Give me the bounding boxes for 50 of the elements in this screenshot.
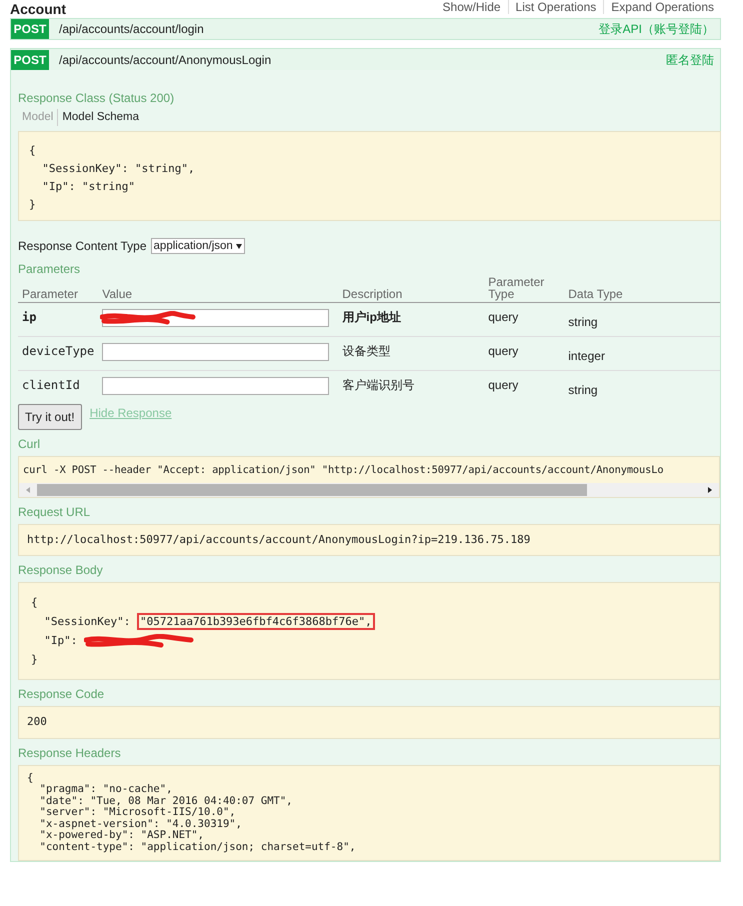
parameter-description: 用户ip地址 <box>338 302 484 337</box>
header-link[interactable]: Expand Operations <box>603 0 721 14</box>
response-headers: { "pragma": "no-cache", "date": "Tue, 08 Mar 2016 04:40:07 GMT", "server": "Microsoft-IIS/10.0", "x-aspnet-version": "4.0.30319", "x-powered-by": "ASP.NET", "content-type": "application/json; charset=utf-8", <box>18 764 720 862</box>
parameter-type: query <box>484 302 564 337</box>
column-header: Parameter <box>18 276 98 303</box>
data-type: string <box>564 370 720 404</box>
caret-icon <box>236 244 242 249</box>
value-input[interactable] <box>102 343 330 362</box>
model-tab[interactable]: Model Schema <box>57 109 144 126</box>
section-heading: Response Class (Status 200) <box>18 91 176 105</box>
section-heading: Response Body <box>18 563 104 578</box>
parameter-type: query <box>484 336 564 371</box>
operation-summary: 登录API（账号登陆） <box>598 21 715 38</box>
highlighted-value: "05721aa761b393e6fbf4c6f3868bf76e", <box>136 613 375 630</box>
parameter-name: deviceType <box>18 336 98 371</box>
column-header: Value <box>98 276 338 303</box>
parameter-description: 设备类型 <box>338 336 484 371</box>
section-heading: Response Code <box>18 687 106 702</box>
request-url: http://localhost:50977/api/accounts/account/AnonymousLogin?ip=219.136.75.189 <box>18 524 720 556</box>
column-header: Data Type <box>564 276 720 303</box>
column-header: Description <box>338 276 484 303</box>
code-line: { <box>31 596 38 610</box>
operation-summary: 匿名登陆 <box>666 52 715 68</box>
parameter-name: ip <box>18 302 98 337</box>
section-heading: Parameters <box>18 262 82 276</box>
horizontal-scrollbar[interactable] <box>19 482 719 497</box>
header-link[interactable]: List Operations <box>508 0 604 14</box>
value-input[interactable] <box>102 377 330 396</box>
content-type-select[interactable]: application/json <box>150 238 246 254</box>
field-label: Response Content Type <box>18 238 147 256</box>
section-heading: Curl <box>18 437 42 452</box>
operation-path[interactable]: /api/accounts/account/login <box>49 20 204 38</box>
operation-path[interactable]: /api/accounts/account/AnonymousLogin <box>49 50 272 68</box>
try-button[interactable]: Try it out! <box>18 404 82 430</box>
data-type: integer <box>564 336 720 371</box>
section-heading: Response Headers <box>18 746 122 760</box>
code-line: "Ip": <box>43 634 78 648</box>
parameter-description: 客户端识别号 <box>338 370 484 404</box>
section-title: Account <box>10 0 66 18</box>
column-header: Parameter Type <box>484 276 564 303</box>
section-heading: Request URL <box>18 504 92 519</box>
response-code: 200 <box>18 706 720 739</box>
code-line: } <box>31 653 38 666</box>
parameter-name: clientId <box>18 370 98 404</box>
header-link[interactable]: Show/Hide <box>436 0 508 14</box>
code-line: "SessionKey": <box>43 615 132 628</box>
data-type: string <box>564 302 720 337</box>
curl-command: curl -X POST --header "Accept: application/json" "http://localhost:50977/api/accounts/account/AnonymousLo <box>22 463 664 478</box>
parameter-type: query <box>484 370 564 404</box>
model-schema: { "SessionKey": "string", "Ip": "string" } <box>18 131 721 222</box>
